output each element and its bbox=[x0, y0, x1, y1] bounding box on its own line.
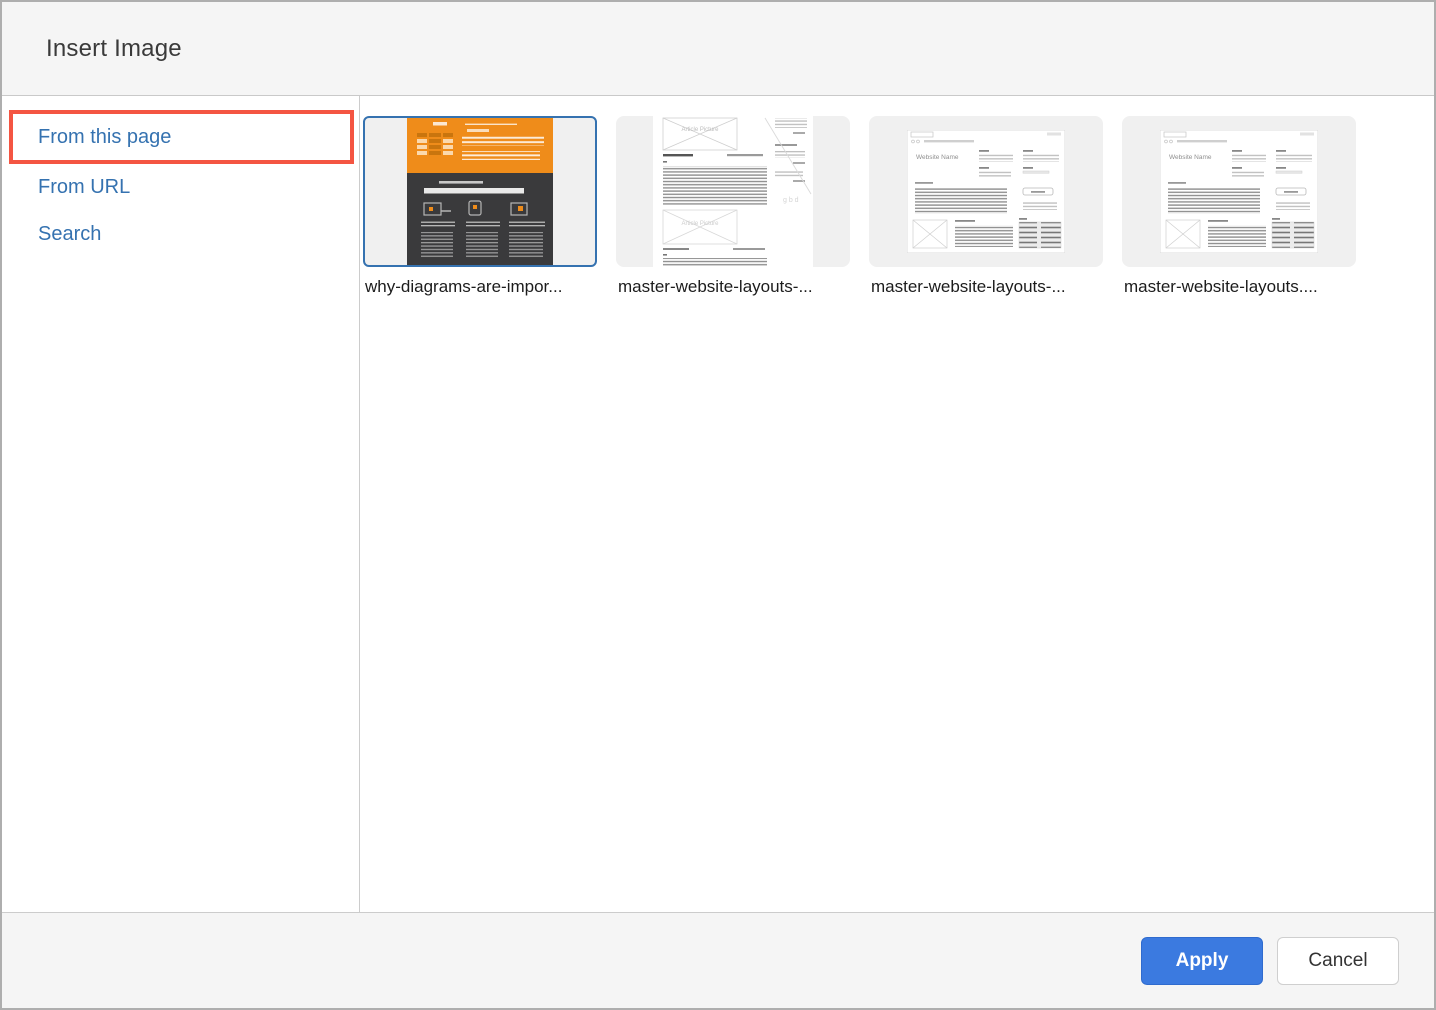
svg-text:Article Picture: Article Picture bbox=[681, 127, 719, 133]
thumbnail-caption: master-website-layouts-... bbox=[871, 277, 1066, 296]
sidebar-item-from-url[interactable]: From URL bbox=[2, 164, 359, 211]
infographic-dark-section bbox=[407, 173, 553, 265]
sidebar-item-search[interactable]: Search bbox=[2, 211, 359, 258]
infographic-orange-section bbox=[407, 118, 553, 173]
cancel-button[interactable]: Cancel bbox=[1277, 936, 1399, 985]
dialog-header: Insert Image bbox=[2, 2, 1434, 96]
dialog-title: Insert Image bbox=[46, 34, 182, 62]
website-wireframe-preview: Website Name bbox=[1160, 130, 1318, 253]
thumbnail-master-website-layouts-1[interactable]: Article Picture Article Picture g b d bbox=[616, 116, 850, 267]
svg-text:Article Picture: Article Picture bbox=[681, 221, 719, 227]
thumbnail-master-website-layouts-2[interactable]: Website Name bbox=[869, 116, 1103, 267]
infographic-preview bbox=[407, 118, 553, 265]
article-wireframe-preview: Article Picture Article Picture g b d bbox=[653, 116, 813, 267]
gallery-item-2: Article Picture Article Picture g b d ma… bbox=[616, 116, 850, 297]
thumbnail-caption: master-website-layouts.... bbox=[1124, 277, 1318, 296]
gallery-item-4: Website Name master-website-layouts.... bbox=[1122, 116, 1356, 297]
thumbnail-caption: why-diagrams-are-impor... bbox=[365, 277, 563, 296]
insert-image-dialog: Insert Image From this page From URL Sea… bbox=[0, 0, 1436, 1010]
svg-text:g b d: g b d bbox=[783, 197, 799, 204]
sidebar: From this page From URL Search bbox=[2, 96, 360, 912]
website-wireframe-preview: Website Name bbox=[907, 130, 1065, 253]
svg-text:Website Name: Website Name bbox=[1169, 154, 1212, 161]
thumbnail-why-diagrams-are-important[interactable] bbox=[363, 116, 597, 267]
gallery-item-3: Website Name master-website-layouts-... bbox=[869, 116, 1103, 297]
svg-text:Website Name: Website Name bbox=[916, 154, 959, 161]
image-gallery: why-diagrams-are-impor... Article Pictur… bbox=[360, 96, 1434, 912]
thumbnail-caption: master-website-layouts-... bbox=[618, 277, 813, 296]
infographic-top-graphic bbox=[417, 122, 544, 160]
apply-button[interactable]: Apply bbox=[1141, 936, 1263, 985]
gallery-item-1: why-diagrams-are-impor... bbox=[363, 116, 597, 297]
thumbnail-master-website-layouts-3[interactable]: Website Name bbox=[1122, 116, 1356, 267]
infographic-bottom-graphic bbox=[421, 181, 545, 258]
sidebar-item-from-this-page[interactable]: From this page bbox=[38, 126, 171, 149]
annotation-highlight-box: From this page bbox=[9, 110, 354, 164]
dialog-footer: Apply Cancel bbox=[2, 912, 1434, 1008]
dialog-body: From this page From URL Search why-diagr… bbox=[2, 96, 1434, 912]
